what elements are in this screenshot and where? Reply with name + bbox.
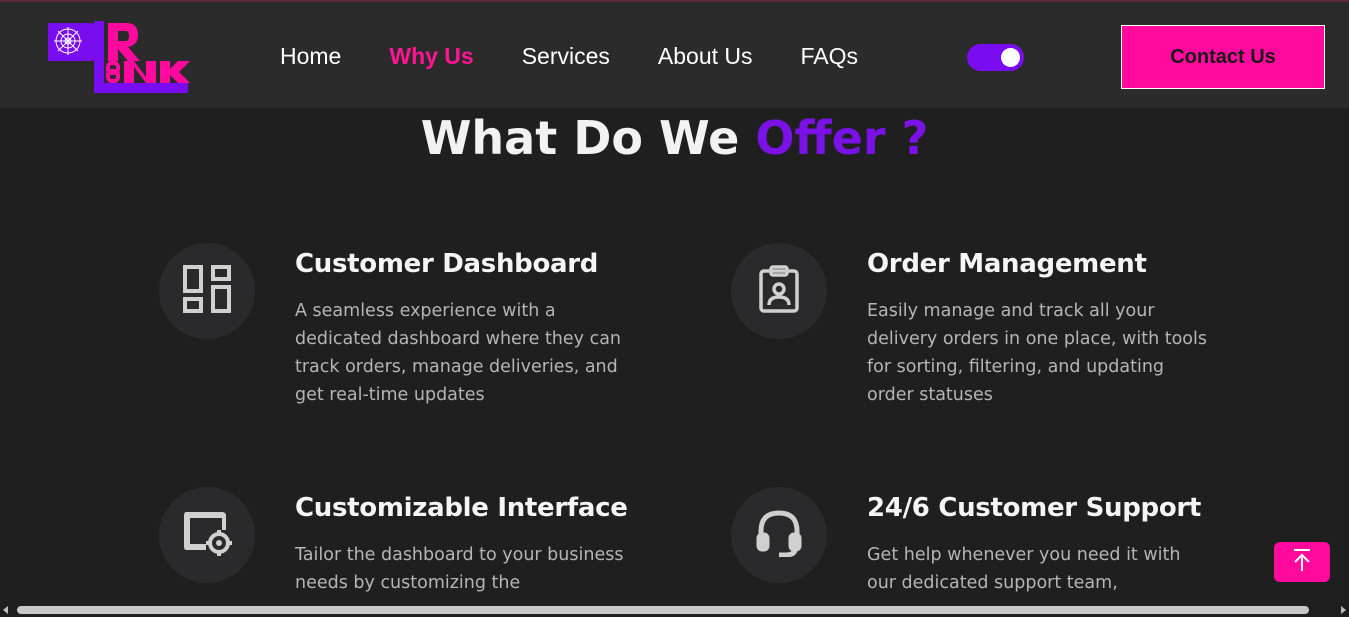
- feature-icon-circle: [159, 487, 255, 583]
- nav-about-us-link[interactable]: About Us: [658, 40, 753, 72]
- feature-icon-circle: [159, 243, 255, 339]
- feature-description: Easily manage and track all your deliver…: [867, 301, 1207, 405]
- feature-title: Customer Dashboard: [295, 249, 599, 279]
- nav-services-link[interactable]: Services: [522, 40, 610, 72]
- nav-home-link[interactable]: Home: [280, 40, 341, 72]
- scrollbar-thumb[interactable]: [17, 606, 1309, 614]
- headset-icon: [755, 509, 803, 561]
- feature-title: Order Management: [867, 249, 1147, 279]
- feature-title: Customizable Interface: [295, 493, 628, 523]
- feature-description: Tailor the dashboard to your business ne…: [295, 545, 624, 593]
- section-title-main: What Do We: [420, 111, 740, 165]
- section-title: What Do We Offer ?: [0, 108, 1349, 168]
- clipboard-user-icon: [759, 265, 799, 317]
- feature-title: 24/6 Customer Support: [867, 493, 1202, 523]
- theme-toggle[interactable]: [967, 44, 1024, 71]
- feature-description: A seamless experience with a dedicated d…: [295, 301, 622, 405]
- contact-us-button[interactable]: Contact Us: [1121, 25, 1325, 89]
- scroll-right-arrow-icon[interactable]: [1341, 606, 1346, 614]
- section-title-accent: Offer ?: [755, 111, 929, 165]
- scroll-to-top-button[interactable]: [1274, 542, 1330, 582]
- screen-settings-icon: [182, 510, 232, 560]
- nav-faqs-link[interactable]: FAQs: [801, 40, 859, 72]
- brand-logo[interactable]: [46, 19, 191, 97]
- nav-why-us-link[interactable]: Why Us: [389, 40, 473, 72]
- feature-icon-circle: [731, 487, 827, 583]
- page: Home Why Us Services About Us FAQs Conta…: [0, 0, 1349, 617]
- site-header: Home Why Us Services About Us FAQs Conta…: [0, 0, 1349, 108]
- arrow-up-to-top-icon: [1292, 548, 1312, 576]
- scroll-left-arrow-icon[interactable]: [3, 606, 8, 614]
- horizontal-scrollbar[interactable]: [0, 602, 1349, 617]
- feature-icon-circle: [731, 243, 827, 339]
- feature-description: Get help whenever you need it with our d…: [867, 545, 1181, 593]
- toggle-knob: [1001, 48, 1020, 67]
- dashboard-icon: [183, 265, 231, 317]
- main-nav: Home Why Us Services About Us FAQs: [280, 40, 906, 72]
